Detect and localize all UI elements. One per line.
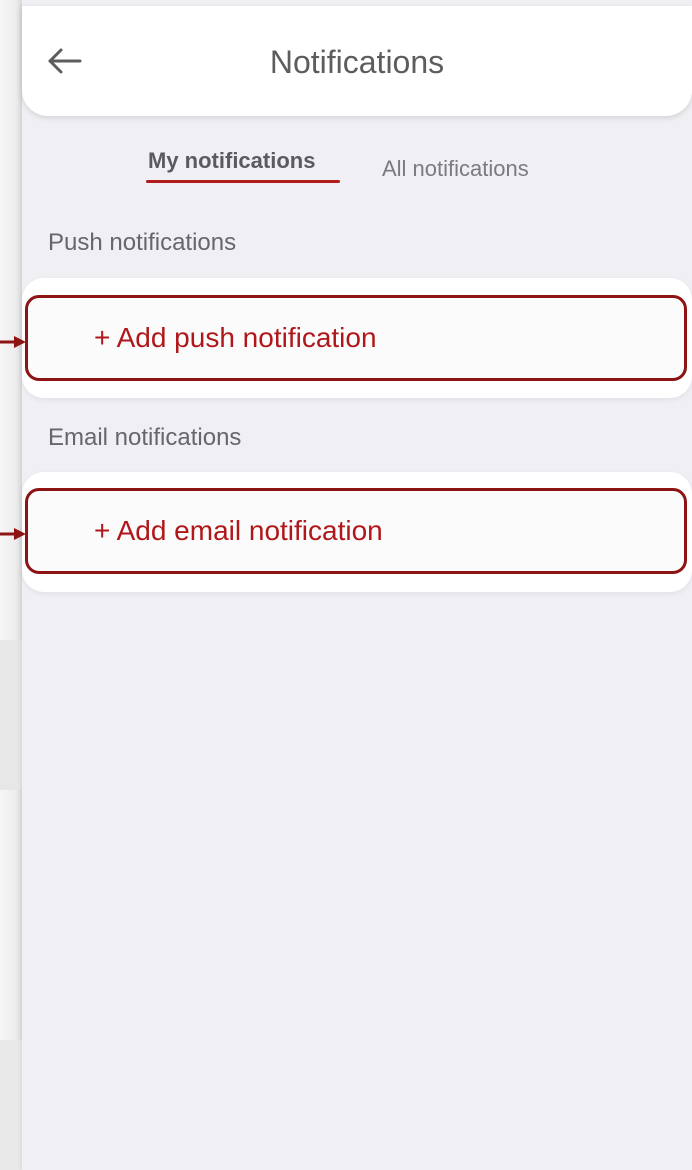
background-strip [0,0,22,1170]
tab-my-notifications[interactable]: My notifications [146,148,340,183]
section-label-email: Email notifications [48,424,242,451]
tab-all-notifications[interactable]: All notifications [382,156,529,182]
push-notifications-card: + Add push notification [22,278,692,398]
notifications-screen: Notifications My notifications All notif… [22,0,692,1170]
tab-bar: My notifications All notifications [22,138,692,198]
page-title: Notifications [269,44,445,80]
background-band [0,1040,22,1170]
header-bar: Notifications [22,6,692,116]
tab-label: My notifications [148,148,316,173]
section-label-push: Push notifications [48,229,237,256]
active-tab-indicator [146,180,340,183]
pointer-arrow-icon [0,336,26,348]
add-push-notification-button[interactable]: + Add push notification [25,295,687,381]
email-notifications-card: + Add email notification [22,472,692,592]
add-email-notification-button[interactable]: + Add email notification [25,488,687,574]
tab-label: All notifications [382,156,529,181]
background-band [0,640,22,790]
pointer-arrow-icon [0,528,26,540]
